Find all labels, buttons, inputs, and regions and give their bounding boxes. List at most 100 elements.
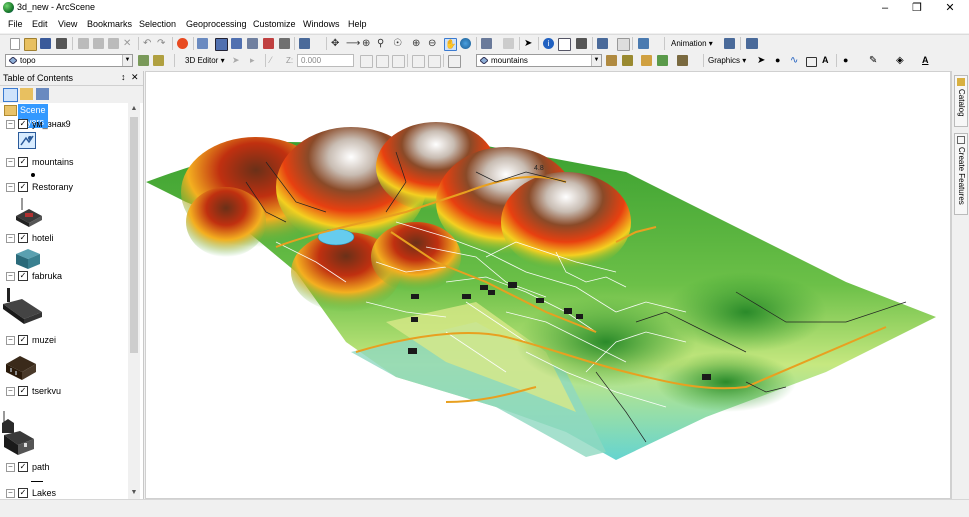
catalog-tab[interactable]: Catalog (954, 75, 968, 127)
model-builder-icon[interactable] (299, 38, 310, 49)
close-button[interactable]: ✕ (935, 0, 965, 16)
menu-help[interactable]: Help (348, 19, 367, 29)
zoom-in-icon[interactable]: ⊕ (412, 38, 423, 49)
arctoolbox-icon[interactable] (263, 38, 274, 49)
globe-view-icon[interactable] (638, 38, 649, 49)
collapse-icon[interactable]: – (6, 183, 15, 192)
create-features-tab[interactable]: Create Features (954, 133, 968, 215)
layer-visibility-checkbox[interactable]: ✓ (18, 182, 28, 192)
fill-color-icon[interactable]: ◈ (896, 55, 907, 66)
add-data-icon[interactable] (177, 38, 188, 49)
menu-bookmarks[interactable]: Bookmarks (87, 19, 132, 29)
capture-view-icon[interactable] (724, 38, 735, 49)
menu-geoprocessing[interactable]: Geoprocessing (186, 19, 247, 29)
edit-placement-icon[interactable]: ▸ (250, 55, 261, 66)
python-window-icon[interactable] (279, 38, 290, 49)
select-features-icon[interactable] (481, 38, 492, 49)
z-value-field[interactable]: 0.000 (297, 54, 354, 67)
sketch-tool-icon[interactable]: ⁄ (270, 55, 281, 66)
identify-icon[interactable]: i (543, 38, 554, 49)
list-by-source-icon[interactable] (20, 88, 33, 100)
menu-windows[interactable]: Windows (303, 19, 340, 29)
split-icon[interactable] (376, 55, 389, 68)
print-icon[interactable] (56, 38, 67, 49)
menu-customize[interactable]: Customize (253, 19, 296, 29)
3d-editor-menu[interactable]: 3D Editor ▾ (185, 56, 225, 65)
fly-icon[interactable]: ⟶ (346, 38, 360, 49)
center-on-target-icon[interactable]: ⊕ (362, 38, 373, 49)
layer-row[interactable]: – ✓ fabruka (0, 270, 128, 283)
list-by-drawing-order-icon[interactable] (3, 88, 18, 102)
select-elements-icon[interactable]: ➤ (524, 38, 535, 49)
pan-icon[interactable]: ✋ (444, 38, 457, 51)
create-features-icon[interactable] (448, 55, 461, 68)
layer-dropdown[interactable]: topo ▼ (5, 54, 133, 67)
layer-tool-icon[interactable] (153, 55, 164, 66)
collapse-icon[interactable]: – (6, 234, 15, 243)
collapse-icon[interactable]: – (6, 336, 15, 345)
animation-controls-icon[interactable] (746, 38, 758, 49)
copy-icon[interactable] (93, 38, 104, 49)
full-extent-icon[interactable] (460, 38, 471, 49)
layer-visibility-checkbox[interactable]: ✓ (18, 488, 28, 498)
cut-icon[interactable] (78, 38, 89, 49)
graphics-menu[interactable]: Graphics ▾ (708, 56, 746, 65)
text-graphic-icon[interactable]: A (822, 55, 833, 66)
zoom-to-target-icon[interactable]: ⚲ (377, 38, 388, 49)
catalog-window-icon[interactable] (247, 38, 258, 49)
toc-toggle-icon[interactable] (231, 38, 242, 49)
move-feature-icon[interactable] (677, 55, 688, 66)
swipe-layer-icon[interactable] (138, 55, 149, 66)
font-color-icon[interactable]: A (922, 55, 933, 66)
open-folder-icon[interactable] (24, 38, 37, 51)
layer-visibility-checkbox[interactable]: ✓ (18, 233, 28, 243)
terrain-scene[interactable]: 4.8 (146, 72, 951, 499)
scene-properties-icon[interactable] (197, 38, 208, 49)
toc-scrollbar[interactable]: ▲ ▼ (128, 103, 140, 499)
find-icon[interactable] (576, 38, 587, 49)
navigate-icon[interactable]: ✥ (331, 38, 342, 49)
menu-view[interactable]: View (58, 19, 77, 29)
marker-color-icon[interactable]: ● (843, 55, 854, 66)
undo-icon[interactable]: ↶ (143, 38, 154, 49)
collapse-icon[interactable]: – (6, 387, 15, 396)
layer-visibility-checkbox[interactable]: ✓ (18, 119, 28, 129)
animation-menu[interactable]: Animation ▾ (671, 39, 713, 48)
layer-row[interactable]: – ✓ path (0, 461, 128, 474)
clear-selection-icon[interactable] (503, 38, 514, 49)
layer-visibility-checkbox[interactable]: ✓ (18, 386, 28, 396)
layer-visibility-checkbox[interactable]: ✓ (18, 157, 28, 167)
layer-row[interactable]: – ✓ Lakes (0, 487, 128, 499)
layer-row[interactable]: – ✓ Restorany (0, 181, 128, 194)
close-icon[interactable]: ✕ (131, 72, 139, 83)
texture-icon[interactable] (622, 55, 633, 66)
collapse-icon[interactable]: – (6, 489, 15, 498)
cut-polygon-icon[interactable] (392, 55, 405, 68)
zoom-out-icon[interactable]: ⊖ (428, 38, 439, 49)
layout-view-icon[interactable] (215, 38, 228, 51)
save-icon[interactable] (40, 38, 51, 49)
set-observer-icon[interactable]: ☉ (393, 38, 404, 49)
new-document-icon[interactable] (10, 38, 20, 50)
line-color-icon[interactable]: ✎ (869, 55, 880, 66)
layer-visibility-checkbox[interactable]: ✓ (18, 462, 28, 472)
menu-selection[interactable]: Selection (139, 19, 176, 29)
attributes-icon[interactable] (412, 55, 425, 68)
scroll-thumb[interactable] (130, 117, 138, 353)
layer-row[interactable]: – ✓ hoteli (0, 232, 128, 245)
edit-tool-icon[interactable]: ➤ (232, 55, 243, 66)
layer-row[interactable]: – ✓ mountains (0, 156, 128, 169)
collapse-icon[interactable]: – (6, 463, 15, 472)
buildings-icon[interactable] (641, 55, 652, 66)
select-graphics-icon[interactable]: ➤ (757, 55, 768, 66)
polyline-graphic-icon[interactable]: ∿ (790, 55, 801, 66)
pin-icon[interactable]: ↕ (121, 72, 126, 82)
target-layer-dropdown[interactable]: mountains ▼ (476, 54, 602, 67)
collapse-icon[interactable]: – (6, 272, 15, 281)
measure-icon[interactable] (597, 38, 608, 49)
polygon-graphic-icon[interactable] (806, 57, 817, 67)
scene-view[interactable]: 4.8 (145, 71, 951, 499)
tree-icon[interactable] (657, 55, 668, 66)
paste-icon[interactable] (108, 38, 119, 49)
menu-edit[interactable]: Edit (32, 19, 48, 29)
